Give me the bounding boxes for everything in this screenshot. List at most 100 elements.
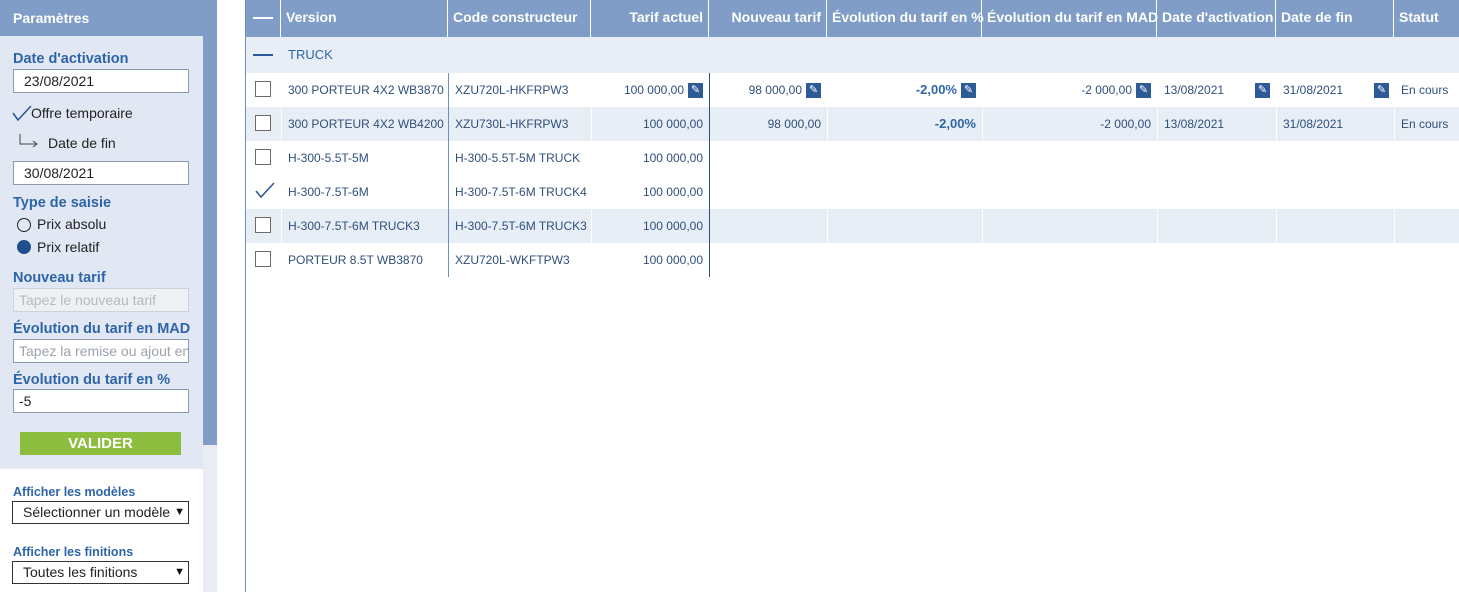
filters-section: Afficher les modèles Sélectionner un mod… <box>0 469 203 592</box>
date-activation-field[interactable]: 23/08/2021 <box>13 69 189 93</box>
cell-tarif-actuel: 100 000,00 ✎ <box>591 73 709 107</box>
header-date-fin[interactable]: Date de fin <box>1276 0 1394 37</box>
modele-select-value: Sélectionner un modèle <box>23 504 171 520</box>
row-checkbox[interactable] <box>255 149 271 165</box>
header-date-activation[interactable]: Date d'activation <box>1157 0 1276 37</box>
dropdown-arrow-icon: ▼ <box>174 506 185 518</box>
date-fin-label: Date de fin <box>48 135 116 151</box>
cell-date-activation: 13/08/2021 ✎ <box>1158 73 1276 107</box>
column-divider <box>1157 73 1158 277</box>
cell-code: H-300-7.5T-6M TRUCK3 <box>455 219 587 233</box>
column-divider <box>982 73 983 277</box>
cell-version: PORTEUR 8.5T WB3870 <box>288 253 423 267</box>
table-row[interactable]: H-300-5.5T-5M H-300-5.5T-5M TRUCK 100 00… <box>246 141 1459 175</box>
cell-code: XZU720L-WKFTPW3 <box>455 253 570 267</box>
date-activation-label: Date d'activation <box>13 51 129 67</box>
tariff-grid: Version Code constructeur Tarif actuel N… <box>245 0 1459 592</box>
date-fin-field[interactable]: 30/08/2021 <box>13 161 189 185</box>
table-row[interactable]: H-300-7.5T-6M TRUCK3 H-300-7.5T-6M TRUCK… <box>246 209 1459 243</box>
afficher-modeles-label: Afficher les modèles <box>13 485 136 499</box>
group-row-truck[interactable]: TRUCK <box>246 37 1459 73</box>
finitions-select[interactable]: Toutes les finitions ▼ <box>12 561 189 584</box>
edit-pencil-icon[interactable]: ✎ <box>806 83 821 99</box>
cell-version: 300 PORTEUR 4X2 WB4200 <box>288 117 444 131</box>
group-label: TRUCK <box>288 47 333 62</box>
table-row[interactable]: H-300-7.5T-6M H-300-7.5T-6M TRUCK4 100 0… <box>246 175 1459 209</box>
nouveau-tarif-input[interactable]: Tapez le nouveau tarif <box>13 288 189 312</box>
cell-version: H-300-7.5T-6M TRUCK3 <box>288 219 420 233</box>
parameters-form: Date d'activation 23/08/2021 Offre tempo… <box>0 36 203 469</box>
nouveau-tarif-label: Nouveau tarif <box>13 270 106 286</box>
dropdown-arrow-icon: ▼ <box>174 566 185 578</box>
evolution-mad-input[interactable]: Tapez la remise ou ajout en <box>13 339 189 363</box>
grid-header: Version Code constructeur Tarif actuel N… <box>246 0 1459 37</box>
cell-version: H-300-5.5T-5M <box>288 151 369 165</box>
offre-temporaire-check-icon[interactable] <box>12 104 32 122</box>
column-divider <box>448 73 449 277</box>
valider-button[interactable]: VALIDER <box>20 432 181 455</box>
evolution-mad-label: Évolution du tarif en MAD <box>13 321 191 337</box>
edit-pencil-icon[interactable]: ✎ <box>1374 83 1389 98</box>
table-row[interactable]: 300 PORTEUR 4X2 WB4200 XZU730L-HKFRPW3 1… <box>246 107 1459 141</box>
header-tarif-actuel[interactable]: Tarif actuel <box>591 0 709 37</box>
prix-relatif-label: Prix relatif <box>37 239 100 255</box>
column-divider <box>827 73 828 277</box>
cell-code: XZU720L-HKFRPW3 <box>455 83 569 97</box>
cell-tarif-actuel: 100 000,00 <box>642 117 703 131</box>
edit-pencil-icon[interactable]: ✎ <box>961 83 976 99</box>
edit-pencil-icon[interactable]: ✎ <box>688 83 703 99</box>
table-row[interactable]: 300 PORTEUR 4X2 WB3870 XZU720L-HKFRPW3 1… <box>246 73 1459 107</box>
cell-nouveau-tarif: 98 000,00 ✎ <box>709 73 827 107</box>
row-checkbox[interactable] <box>255 115 271 131</box>
parameters-header: Paramètres <box>0 0 217 36</box>
prix-relatif-radio[interactable] <box>17 240 31 254</box>
header-nouveau-tarif[interactable]: Nouveau tarif <box>709 0 827 37</box>
collapse-all-header[interactable] <box>246 0 281 37</box>
prix-absolu-label: Prix absolu <box>37 216 107 232</box>
collapse-group-icon[interactable] <box>253 54 273 56</box>
cell-nouveau-tarif: 98 000,00 <box>767 117 821 131</box>
cell-version: 300 PORTEUR 4X2 WB3870 <box>288 83 444 97</box>
cell-tarif-actuel: 100 000,00 <box>642 151 703 165</box>
header-evolution-pct[interactable]: Évolution du tarif en % <box>827 0 984 37</box>
row-checkbox[interactable] <box>255 81 271 97</box>
finitions-select-value: Toutes les finitions <box>23 564 138 580</box>
sub-option-arrow-icon <box>19 134 38 148</box>
parameters-scrollbar-thumb[interactable] <box>203 36 217 445</box>
cell-code: H-300-5.5T-5M TRUCK <box>455 151 581 165</box>
cell-date-fin: 31/08/2021 ✎ <box>1277 73 1395 107</box>
row-checked-icon[interactable] <box>255 181 275 199</box>
cell-statut: En cours <box>1401 117 1449 131</box>
edit-pencil-icon[interactable]: ✎ <box>1136 83 1151 99</box>
cell-evolution-mad: -2 000,00 <box>1100 117 1151 131</box>
cell-statut: En cours <box>1401 83 1449 97</box>
cell-evolution-pct: -2,00% <box>934 116 976 131</box>
collapse-icon <box>253 17 273 19</box>
cell-tarif-actuel: 100 000,00 <box>642 219 703 233</box>
cell-version: H-300-7.5T-6M <box>288 185 369 199</box>
cell-code: H-300-7.5T-6M TRUCK4 <box>455 185 587 199</box>
cell-evolution-mad: -2 000,00 ✎ <box>982 73 1157 107</box>
prix-absolu-radio[interactable] <box>17 218 31 232</box>
row-checkbox[interactable] <box>255 217 271 233</box>
cell-tarif-actuel: 100 000,00 <box>642 253 703 267</box>
column-divider <box>281 73 282 277</box>
parameters-panel: Paramètres Date d'activation 23/08/2021 … <box>0 0 217 592</box>
header-code[interactable]: Code constructeur <box>448 0 591 37</box>
cell-code: XZU730L-HKFRPW3 <box>455 117 569 131</box>
cell-date-fin: 31/08/2021 <box>1283 117 1344 131</box>
type-saisie-label: Type de saisie <box>13 195 112 211</box>
evolution-pct-label: Évolution du tarif en % <box>13 372 171 388</box>
edit-pencil-icon[interactable]: ✎ <box>1255 83 1270 98</box>
modele-select[interactable]: Sélectionner un modèle ▼ <box>12 501 189 524</box>
column-divider <box>591 73 592 277</box>
header-statut[interactable]: Statut <box>1394 0 1459 37</box>
evolution-pct-input[interactable]: -5 <box>13 389 189 413</box>
header-version[interactable]: Version <box>281 0 448 37</box>
parameters-scrollbar-track[interactable] <box>203 445 217 592</box>
cell-evolution-pct: -2,00% ✎ <box>827 73 982 107</box>
row-checkbox[interactable] <box>255 251 271 267</box>
column-divider <box>1276 73 1277 277</box>
header-evolution-mad[interactable]: Évolution du tarif en MAD <box>982 0 1158 37</box>
table-row[interactable]: PORTEUR 8.5T WB3870 XZU720L-WKFTPW3 100 … <box>246 243 1459 277</box>
